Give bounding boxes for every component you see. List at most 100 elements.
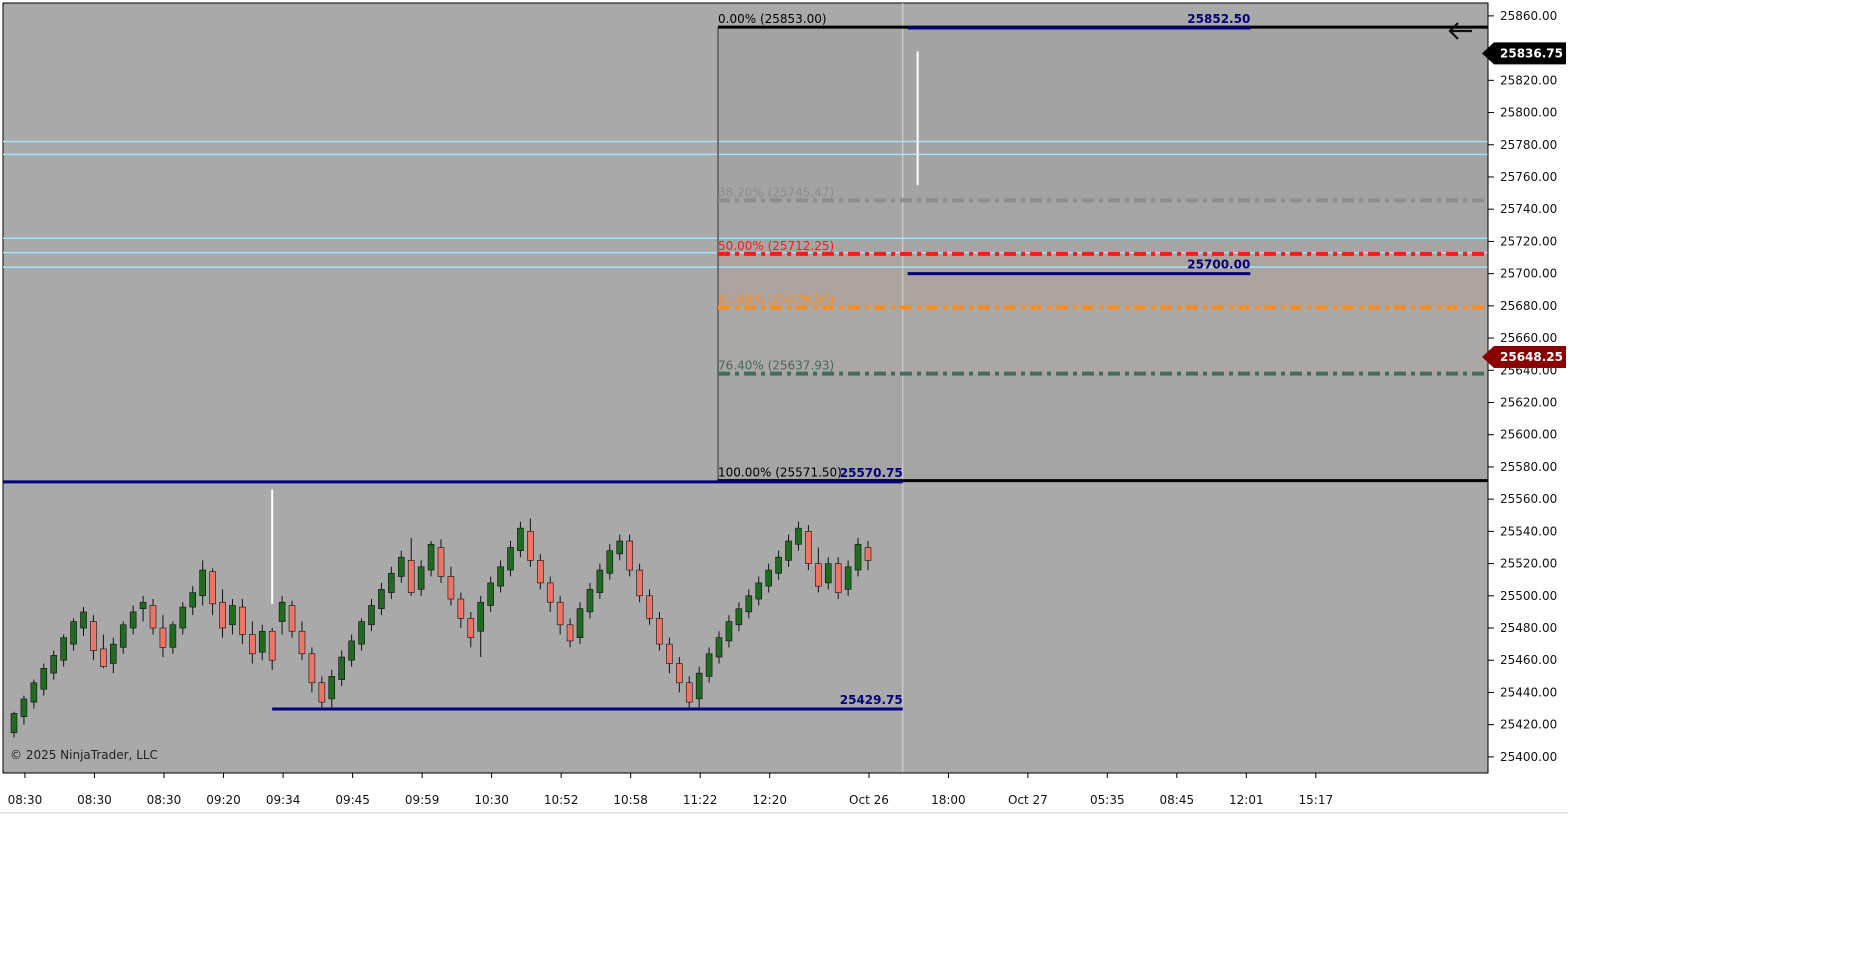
candle-body-70	[705, 653, 713, 677]
candle-body-40	[407, 560, 415, 593]
candle-body-35	[358, 621, 365, 645]
candle-body-7	[80, 611, 87, 629]
candle-body-75	[755, 582, 763, 600]
candle-body-13	[139, 601, 147, 609]
candle-body-46	[467, 618, 475, 638]
candle-body-73	[735, 608, 743, 626]
candle-body-4	[50, 655, 58, 674]
candle-body-66	[666, 643, 673, 664]
candle-body-37	[378, 589, 385, 609]
x-tick-label-4: 09:34	[266, 793, 301, 807]
fib-level-label-0: 0.00% (25853.00)	[718, 12, 827, 26]
candle-body-50	[507, 547, 514, 571]
candle-body-26	[268, 630, 276, 661]
candle-body-28	[288, 605, 296, 632]
candle-body-42	[427, 543, 435, 571]
y-tick-label-19: 25780.00	[1500, 138, 1557, 152]
y-tick-label-14: 25680.00	[1500, 299, 1557, 313]
candle-body-63	[636, 569, 643, 597]
candle-body-10	[110, 643, 117, 664]
y-tick-label-10: 25600.00	[1500, 428, 1557, 442]
candle-body-60	[606, 550, 614, 574]
candle-body-6	[70, 621, 77, 645]
candle-body-22	[229, 605, 236, 626]
candle-body-51	[517, 527, 524, 551]
y-tick-label-4: 25480.00	[1500, 621, 1557, 635]
x-tick-label-2: 08:30	[147, 793, 182, 807]
y-tick-label-16: 25720.00	[1500, 234, 1557, 248]
candle-body-24	[249, 634, 256, 655]
x-tick-label-10: 11:22	[683, 793, 718, 807]
y-tick-label-23: 25860.00	[1500, 9, 1557, 23]
x-tick-label-1: 08:30	[77, 793, 112, 807]
chart-svg: 0.00% (25853.00) 38.20% (25745.47) 50.00% …	[0, 0, 1568, 817]
price-marker-label-0: 25836.75	[1500, 46, 1563, 60]
candle-body-19	[199, 569, 206, 597]
fib-zone-764-100	[718, 373, 1488, 481]
candle-body-49	[497, 566, 504, 587]
candle-body-29	[298, 630, 306, 655]
candle-body-8	[90, 621, 97, 651]
candle-body-0	[10, 713, 18, 734]
candle-body-83	[834, 563, 842, 593]
candle-body-74	[745, 595, 753, 613]
candle-body-68	[685, 682, 693, 703]
candle-body-34	[348, 640, 355, 661]
x-tick-label-15: 05:35	[1090, 793, 1125, 807]
candle-body-65	[656, 618, 663, 645]
y-tick-label-2: 25440.00	[1500, 685, 1557, 699]
candle-body-45	[457, 598, 465, 619]
candle-body-82	[824, 563, 832, 584]
candle-body-25	[258, 630, 266, 653]
y-tick-label-0: 25400.00	[1500, 750, 1557, 764]
x-tick-label-17: 12:01	[1229, 793, 1264, 807]
candle-body-31	[318, 682, 326, 703]
y-tick-label-8: 25560.00	[1500, 492, 1557, 506]
candle-body-14	[149, 605, 157, 629]
candle-body-36	[368, 605, 375, 626]
candle-body-5	[60, 637, 67, 661]
fib-level-label-3: 61.80% (25679.03)	[718, 292, 834, 306]
y-tick-label-18: 25760.00	[1500, 170, 1557, 184]
candle-body-58	[586, 589, 594, 613]
candle-body-20	[209, 571, 216, 605]
candle-body-43	[437, 547, 445, 577]
candle-body-39	[397, 556, 405, 577]
candle-body-79	[795, 527, 802, 545]
candle-body-69	[695, 672, 703, 700]
y-tick-label-7: 25540.00	[1500, 524, 1557, 538]
x-tick-label-14: Oct 27	[1008, 793, 1048, 807]
fib-level-label-2: 50.00% (25712.25)	[718, 239, 834, 253]
x-tick-label-9: 10:58	[613, 793, 648, 807]
y-tick-label-6: 25520.00	[1500, 557, 1557, 571]
candle-body-41	[417, 566, 425, 590]
fib-level-label-5: 100.00% (25571.50)	[718, 466, 842, 480]
candle-body-30	[308, 653, 316, 684]
fib-level-label-1: 38.20% (25745.47)	[718, 185, 834, 199]
candle-body-72	[725, 621, 733, 642]
y-tick-label-13: 25660.00	[1500, 331, 1557, 345]
candle-body-54	[546, 582, 554, 603]
candle-body-64	[646, 595, 653, 619]
y-tick-label-1: 25420.00	[1500, 718, 1557, 732]
y-tick-label-20: 25800.00	[1500, 106, 1557, 120]
candle-body-17	[179, 606, 187, 629]
candle-body-71	[715, 637, 723, 658]
swing-label-1: 25700.00	[1187, 258, 1250, 272]
candle-body-77	[775, 556, 782, 574]
candle-body-85	[854, 543, 862, 571]
candle-body-38	[388, 572, 395, 593]
candle-body-61	[616, 540, 624, 555]
x-tick-label-7: 10:30	[474, 793, 509, 807]
back-arrow-icon[interactable]	[1446, 16, 1476, 46]
candle-body-78	[785, 540, 792, 561]
candle-body-59	[596, 569, 604, 593]
candle-body-47	[477, 601, 485, 632]
y-tick-label-21: 25820.00	[1500, 73, 1557, 87]
candle-body-44	[447, 576, 455, 600]
candle-body-52	[527, 531, 534, 561]
fib-level-label-4: 76.40% (25637.93)	[718, 359, 834, 373]
y-tick-label-3: 25460.00	[1500, 653, 1557, 667]
candle-body-1	[20, 698, 28, 717]
candle-body-57	[576, 608, 584, 638]
